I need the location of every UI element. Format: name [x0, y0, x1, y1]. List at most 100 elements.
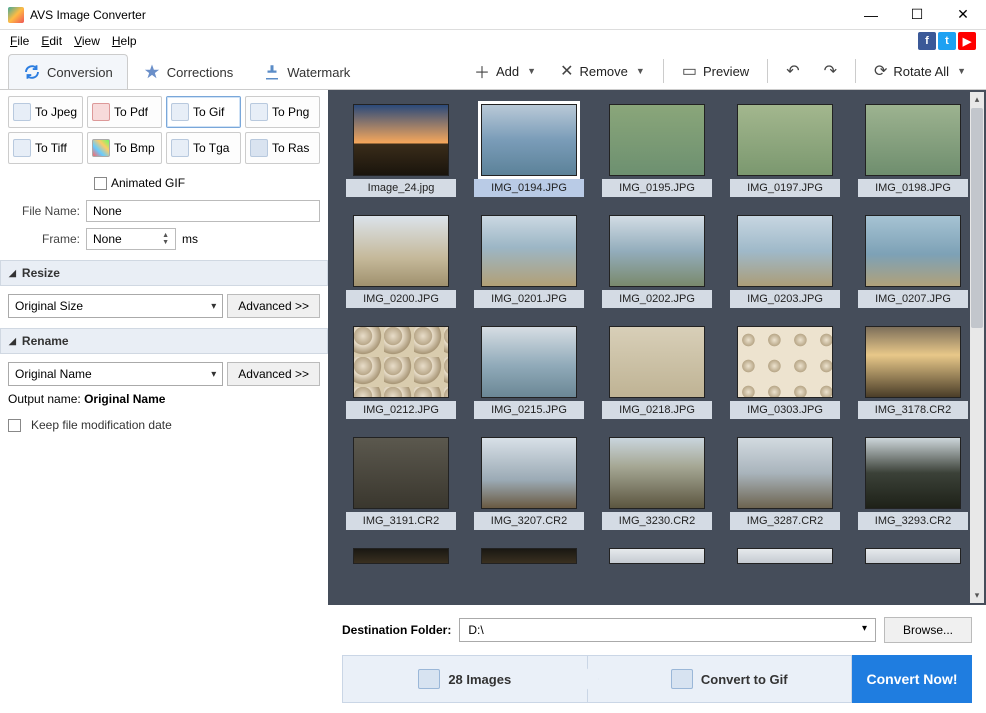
- preview-button[interactable]: ▭Preview: [672, 57, 759, 85]
- thumbnail[interactable]: IMG_3287.CR2: [730, 437, 840, 530]
- thumbnail[interactable]: [602, 548, 712, 564]
- thumbnail[interactable]: [858, 548, 968, 564]
- youtube-icon[interactable]: ▶: [958, 32, 976, 50]
- rename-combo[interactable]: Original Name: [8, 362, 223, 386]
- thumbnail-image: [481, 548, 577, 564]
- thumbnail-area: Image_24.jpgIMG_0194.JPGIMG_0195.JPGIMG_…: [328, 90, 986, 605]
- thumbnail[interactable]: [474, 548, 584, 564]
- thumbnail[interactable]: IMG_0200.JPG: [346, 215, 456, 308]
- thumbnail[interactable]: IMG_3230.CR2: [602, 437, 712, 530]
- format-pdf[interactable]: To Pdf: [87, 96, 162, 128]
- minimize-button[interactable]: —: [848, 0, 894, 30]
- output-name-text: Output name: Original Name: [8, 392, 320, 406]
- thumbnail[interactable]: Image_24.jpg: [346, 104, 456, 197]
- filename-input[interactable]: None: [86, 200, 320, 222]
- thumbnail[interactable]: IMG_3293.CR2: [858, 437, 968, 530]
- tab-watermark[interactable]: Watermark: [248, 54, 365, 89]
- thumbnail[interactable]: IMG_3191.CR2: [346, 437, 456, 530]
- resize-advanced-button[interactable]: Advanced >>: [227, 294, 320, 318]
- thumbnail-label: IMG_3207.CR2: [474, 512, 584, 530]
- thumbnail[interactable]: IMG_0212.JPG: [346, 326, 456, 419]
- rotate-icon: ⟳: [874, 61, 887, 81]
- format-ras[interactable]: To Ras: [245, 132, 320, 164]
- rotate-all-button[interactable]: ⟳Rotate All▼: [864, 57, 976, 85]
- scrollbar-thumb[interactable]: [971, 108, 983, 328]
- thumbnail[interactable]: IMG_3178.CR2: [858, 326, 968, 419]
- thumbnail[interactable]: [730, 548, 840, 564]
- thumbnail[interactable]: IMG_0197.JPG: [730, 104, 840, 197]
- format-tga[interactable]: To Tga: [166, 132, 241, 164]
- frame-unit: ms: [182, 232, 198, 246]
- menu-view[interactable]: View: [68, 32, 106, 50]
- thumbnail[interactable]: IMG_0201.JPG: [474, 215, 584, 308]
- convert-button[interactable]: Convert Now!: [852, 655, 972, 703]
- rename-header[interactable]: Rename: [0, 328, 328, 354]
- chevron-down-icon[interactable]: ▼: [527, 66, 536, 76]
- filename-label: File Name:: [8, 204, 80, 218]
- keep-date-checkbox[interactable]: [8, 419, 21, 432]
- x-icon: ✕: [560, 61, 573, 81]
- scrollbar[interactable]: [970, 92, 984, 603]
- rotate-left-button[interactable]: ↶: [776, 57, 809, 85]
- format-icon: [671, 669, 693, 689]
- png-icon: [250, 103, 268, 121]
- thumbnail[interactable]: [346, 548, 456, 564]
- rotate-right-icon: ↷: [824, 61, 837, 81]
- titlebar: AVS Image Converter — ☐ ✕: [0, 0, 986, 30]
- menu-file[interactable]: File: [4, 32, 35, 50]
- rename-advanced-button[interactable]: Advanced >>: [227, 362, 320, 386]
- tab-corrections[interactable]: Corrections: [128, 54, 248, 89]
- menu-edit[interactable]: Edit: [35, 32, 68, 50]
- thumbnail[interactable]: IMG_0203.JPG: [730, 215, 840, 308]
- thumbnail[interactable]: IMG_0195.JPG: [602, 104, 712, 197]
- thumbnail-image: [481, 215, 577, 287]
- format-jpeg[interactable]: To Jpeg: [8, 96, 83, 128]
- rotate-right-button[interactable]: ↷: [814, 57, 847, 85]
- format-gif[interactable]: To Gif: [166, 96, 241, 128]
- thumbnail[interactable]: IMG_0202.JPG: [602, 215, 712, 308]
- facebook-icon[interactable]: f: [918, 32, 936, 50]
- thumbnail-label: IMG_0207.JPG: [858, 290, 968, 308]
- menu-help[interactable]: Help: [106, 32, 143, 50]
- resize-header[interactable]: Resize: [0, 260, 328, 286]
- tab-conversion[interactable]: Conversion: [8, 54, 128, 89]
- thumbnail[interactable]: IMG_0198.JPG: [858, 104, 968, 197]
- browse-button[interactable]: Browse...: [884, 617, 972, 643]
- chevron-down-icon[interactable]: ▼: [636, 66, 645, 76]
- thumbnail-image: [481, 326, 577, 398]
- thumbnail[interactable]: IMG_0215.JPG: [474, 326, 584, 419]
- animated-gif-checkbox[interactable]: [94, 177, 107, 190]
- thumbnail-label: IMG_3230.CR2: [602, 512, 712, 530]
- menubar: File Edit View Help f t ▶: [0, 30, 986, 52]
- images-icon: [418, 669, 440, 689]
- remove-button[interactable]: ✕Remove▼: [550, 57, 655, 85]
- thumbnail[interactable]: IMG_0303.JPG: [730, 326, 840, 419]
- maximize-button[interactable]: ☐: [894, 0, 940, 30]
- plus-icon: ＋: [474, 59, 490, 83]
- right-panel: Image_24.jpgIMG_0194.JPGIMG_0195.JPGIMG_…: [328, 90, 986, 713]
- format-tiff[interactable]: To Tiff: [8, 132, 83, 164]
- tga-icon: [171, 139, 189, 157]
- thumbnail[interactable]: IMG_0218.JPG: [602, 326, 712, 419]
- format-bmp[interactable]: To Bmp: [87, 132, 162, 164]
- format-grid: To Jpeg To Pdf To Gif To Png To Tiff To …: [8, 96, 320, 164]
- tiff-icon: [13, 139, 31, 157]
- thumbnail[interactable]: IMG_0194.JPG: [474, 104, 584, 197]
- spin-arrows-icon[interactable]: ▲▼: [162, 232, 169, 246]
- thumbnail[interactable]: IMG_0207.JPG: [858, 215, 968, 308]
- app-icon: [8, 7, 24, 23]
- thumbnail-image: [353, 104, 449, 176]
- twitter-icon[interactable]: t: [938, 32, 956, 50]
- add-button[interactable]: ＋Add▼: [464, 55, 546, 87]
- thumbnail-image: [865, 548, 961, 564]
- frame-spinner[interactable]: None▲▼: [86, 228, 176, 250]
- format-png[interactable]: To Png: [245, 96, 320, 128]
- close-button[interactable]: ✕: [940, 0, 986, 30]
- thumbnail-label: IMG_3191.CR2: [346, 512, 456, 530]
- resize-combo[interactable]: Original Size: [8, 294, 223, 318]
- separator: [663, 59, 664, 83]
- thumbnail[interactable]: IMG_3207.CR2: [474, 437, 584, 530]
- dest-folder-combo[interactable]: D:\: [459, 618, 876, 642]
- thumbnail-image: [481, 437, 577, 509]
- chevron-down-icon[interactable]: ▼: [957, 66, 966, 76]
